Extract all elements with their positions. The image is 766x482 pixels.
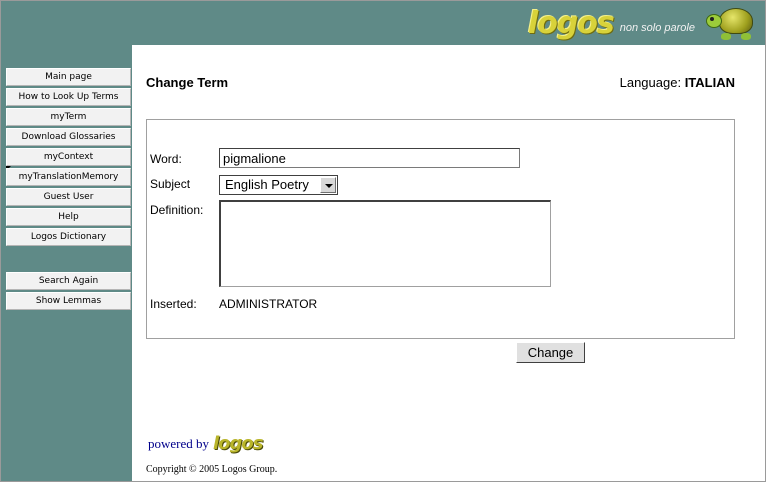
subject-selected-value: English Poetry — [225, 177, 309, 192]
powered-by-text: powered by — [148, 435, 210, 451]
sidebar-item-mycontext[interactable]: myContext — [6, 148, 131, 166]
sidebar-item-logos-dictionary[interactable]: Logos Dictionary — [6, 228, 131, 246]
logos-logo: logos — [527, 5, 615, 41]
change-button[interactable]: Change — [516, 342, 585, 363]
sidebar: Main page How to Look Up Terms myTerm Do… — [1, 45, 132, 481]
word-label: Word: — [150, 152, 182, 166]
language-value: ITALIAN — [684, 75, 735, 90]
language-label: Language: — [619, 75, 682, 90]
main-content: Change Term Language: ITALIAN Word: Subj… — [133, 45, 765, 481]
subject-label: Subject — [150, 177, 191, 191]
word-input[interactable] — [219, 148, 520, 168]
inserted-value: ADMINISTRATOR — [219, 297, 318, 311]
sidebar-item-how-to-look-up-terms[interactable]: How to Look Up Terms — [6, 88, 131, 106]
sidebar-actions: Search Again Show Lemmas — [6, 272, 131, 312]
logos-brand: logos non solo parole — [528, 4, 757, 42]
language-indicator: Language: ITALIAN — [620, 75, 735, 90]
change-term-form: Word: Subject English Poetry Definition:… — [146, 119, 735, 339]
slogan: non solo parole — [619, 22, 695, 34]
dropdown-arrow-icon[interactable] — [320, 177, 336, 193]
sidebar-menu: Main page How to Look Up Terms myTerm Do… — [6, 68, 131, 248]
sidebar-item-download-glossaries[interactable]: Download Glossaries — [6, 128, 131, 146]
page-title: Change Term — [146, 75, 229, 90]
definition-textarea[interactable] — [219, 200, 551, 287]
sidebar-item-help[interactable]: Help — [6, 208, 131, 226]
header-bar: logos non solo parole — [1, 1, 765, 45]
powered-by: powered by logos — [148, 433, 264, 454]
show-lemmas-button[interactable]: Show Lemmas — [6, 292, 131, 310]
turtle-icon — [703, 4, 757, 42]
definition-label: Definition: — [150, 203, 204, 217]
inserted-label: Inserted: — [150, 297, 197, 311]
sidebar-item-main-page[interactable]: Main page — [6, 68, 131, 86]
sidebar-item-myterm[interactable]: myTerm — [6, 108, 131, 126]
powered-by-logo[interactable]: logos — [213, 433, 264, 454]
subject-select[interactable]: English Poetry — [219, 175, 338, 195]
search-again-button[interactable]: Search Again — [6, 272, 131, 290]
sidebar-item-guest-user[interactable]: Guest User — [6, 188, 131, 206]
copyright-text: Copyright © 2005 Logos Group. — [146, 464, 278, 475]
sidebar-item-mytranslationmemory[interactable]: myTranslationMemory — [6, 168, 131, 186]
